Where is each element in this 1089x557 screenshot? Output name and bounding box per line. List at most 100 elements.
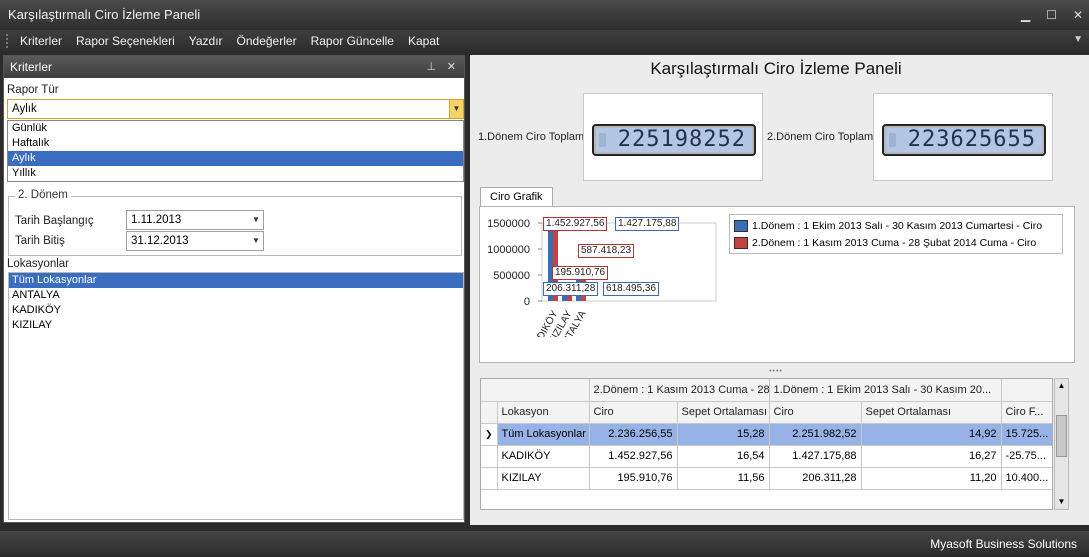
band-1donem[interactable]: 1.Dönem : 1 Ekim 2013 Salı - 30 Kasım 20…: [769, 379, 1002, 402]
donem1-display: 225198252: [583, 93, 763, 181]
lokasyon-label: Lokasyonlar: [7, 258, 70, 270]
grid-table: 2.Dönem : 1 Kasım 2013 Cuma - 28 ... 1.D…: [481, 379, 1052, 490]
cell[interactable]: 1.452.927,56: [589, 445, 678, 468]
y-tick-label: 1000000: [487, 244, 530, 256]
tarih-bitis-field[interactable]: 31.12.2013 ▼: [126, 231, 264, 251]
chart-legend: 1.Dönem : 1 Ekim 2013 Salı - 30 Kasım 20…: [729, 214, 1063, 254]
tarih-baslangic-label: Tarih Başlangıç: [15, 215, 94, 227]
data-label: 1.452.927,56: [543, 217, 608, 231]
panel-header: Kriterler ⊥ ✕: [4, 56, 464, 78]
chevron-down-icon[interactable]: ▼: [249, 232, 263, 250]
page-title: Karşılaştırmalı Ciro İzleme Paneli: [650, 59, 902, 78]
chevron-down-icon[interactable]: ▼: [449, 100, 463, 118]
table-row[interactable]: KADIKÖY 1.452.927,56 16,54 1.427.175,88 …: [481, 445, 1052, 468]
y-tick-label: 500000: [493, 270, 530, 282]
table-row[interactable]: KIZILAY 195.910,76 11,56 206.311,28 11,2…: [481, 467, 1052, 490]
cell[interactable]: 16,54: [677, 445, 770, 468]
cell[interactable]: KADIKÖY: [497, 445, 590, 468]
scroll-thumb[interactable]: [1056, 415, 1067, 457]
window-title: Karşılaştırmalı Ciro İzleme Paneli: [8, 7, 201, 22]
row-indicator-icon: ❯: [481, 423, 498, 446]
menu-yazdir[interactable]: Yazdır: [189, 34, 223, 48]
rapor-tur-combo[interactable]: Aylık ▼: [7, 99, 464, 119]
data-grid: 2.Dönem : 1 Kasım 2013 Cuma - 28 ... 1.D…: [480, 378, 1053, 510]
band-2donem[interactable]: 2.Dönem : 1 Kasım 2013 Cuma - 28 ...: [589, 379, 770, 402]
close-icon[interactable]: ✕: [1073, 0, 1083, 30]
y-tick-label: 1500000: [487, 218, 530, 230]
cell[interactable]: -25.75...: [1001, 445, 1052, 468]
tab-ciro-grafik[interactable]: Ciro Grafik: [480, 187, 553, 207]
cell[interactable]: 14,92: [861, 423, 1002, 446]
col-lokasyon[interactable]: Lokasyon: [497, 401, 590, 424]
lokasyon-list[interactable]: Tüm Lokasyonlar ANTALYA KADIKÖY KIZILAY: [8, 272, 464, 520]
tarih-baslangic-field[interactable]: 1.11.2013 ▼: [126, 210, 264, 230]
menu-kapat[interactable]: Kapat: [408, 34, 439, 48]
legend-swatch: [734, 237, 748, 250]
scroll-up-icon[interactable]: ▲: [1055, 379, 1068, 393]
y-tick-label: 0: [524, 296, 530, 308]
minimize-icon[interactable]: ▁: [1021, 0, 1030, 30]
data-label: 206.311,28: [543, 282, 599, 296]
dropdown-option[interactable]: Günlük: [8, 121, 463, 136]
donem1-value: 225198252: [617, 128, 746, 152]
menu-rapor-guncelle[interactable]: Rapor Güncelle: [311, 34, 394, 48]
list-item[interactable]: KIZILAY: [9, 318, 463, 333]
status-bar: Myasoft Business Solutions: [0, 531, 1089, 557]
maximize-icon[interactable]: ☐: [1046, 0, 1057, 30]
col-sepet-1[interactable]: Sepet Ortalaması: [861, 401, 1002, 424]
menu-rapor-secenekleri[interactable]: Rapor Seçenekleri: [76, 34, 175, 48]
dropdown-option-selected[interactable]: Aylık: [8, 151, 463, 166]
panel-title: Kriterler: [10, 60, 53, 74]
data-label: 195.910,76: [552, 266, 609, 280]
dashboard-area: Karşılaştırmalı Ciro İzleme Paneli 1.Dön…: [470, 55, 1089, 525]
donem2-value: 223625655: [907, 128, 1036, 152]
cell[interactable]: 11,56: [677, 467, 770, 490]
window-titlebar: Karşılaştırmalı Ciro İzleme Paneli ▁ ☐ ✕: [0, 0, 1089, 30]
pin-icon[interactable]: ⊥: [426, 56, 436, 78]
company-name: Myasoft Business Solutions: [930, 537, 1077, 551]
rapor-tur-dropdown: Günlük Haftalık Aylık Yıllık: [7, 120, 464, 182]
chart-panel: 1500000 1000000 500000 0 KADIKÖY KIZILAY ANTAL…: [479, 206, 1075, 363]
cell[interactable]: 11,20: [861, 467, 1002, 490]
cell[interactable]: 15,28: [677, 423, 770, 446]
cell[interactable]: 16,27: [861, 445, 1002, 468]
menu-bar: Kriterler Rapor Seçenekleri Yazdır Öndeğ…: [0, 30, 1089, 52]
scroll-down-icon[interactable]: ▼: [1055, 495, 1068, 509]
list-item[interactable]: ANTALYA: [9, 288, 463, 303]
donem2-label: 2.Dönem Ciro Toplam: [767, 131, 874, 143]
col-ciro-fark[interactable]: Ciro F...: [1001, 401, 1052, 424]
data-label: 1.427.175,88: [615, 217, 680, 231]
chevron-down-icon[interactable]: ▼: [1073, 34, 1083, 45]
menu-ondegerler[interactable]: Öndeğerler: [237, 34, 297, 48]
cell[interactable]: 2.251.982,52: [769, 423, 862, 446]
col-ciro-1[interactable]: Ciro: [769, 401, 862, 424]
chevron-down-icon[interactable]: ▼: [249, 211, 263, 229]
dropdown-option[interactable]: Yıllık: [8, 166, 463, 181]
legend-swatch: [734, 220, 748, 233]
donem2-group: 2. Dönem Tarih Başlangıç 1.11.2013 ▼ Tar…: [8, 189, 462, 256]
dropdown-option[interactable]: Haftalık: [8, 136, 463, 151]
cell[interactable]: Tüm Lokasyonlar: [497, 423, 590, 446]
cell[interactable]: 206.311,28: [769, 467, 862, 490]
table-row[interactable]: ❯ Tüm Lokasyonlar 2.236.256,55 15,28 2.2…: [481, 423, 1052, 446]
list-item[interactable]: KADIKÖY: [9, 303, 463, 318]
criteria-panel: Kriterler ⊥ ✕ Rapor Tür Aylık ▼ Günlük H…: [3, 55, 465, 523]
cell[interactable]: KIZILAY: [497, 467, 590, 490]
tarih-bitis-value: 31.12.2013: [131, 235, 189, 247]
grid-scrollbar[interactable]: ▲ ▼: [1054, 378, 1069, 510]
cell[interactable]: 15.725...: [1001, 423, 1052, 446]
splitter-handle[interactable]: ••••: [476, 368, 1076, 375]
cell[interactable]: 10.400...: [1001, 467, 1052, 490]
legend-label: 1.Dönem : 1 Ekim 2013 Salı - 30 Kasım 20…: [752, 220, 1043, 232]
col-ciro-2[interactable]: Ciro: [589, 401, 678, 424]
data-label: 618.495,36: [603, 282, 660, 296]
legend-label: 2.Dönem : 1 Kasım 2013 Cuma - 28 Şubat 2…: [752, 237, 1037, 249]
menu-kriterler[interactable]: Kriterler: [20, 34, 62, 48]
close-panel-icon[interactable]: ✕: [447, 56, 456, 78]
rapor-tur-value: Aylık: [12, 103, 37, 115]
cell[interactable]: 1.427.175,88: [769, 445, 862, 468]
cell[interactable]: 2.236.256,55: [589, 423, 678, 446]
cell[interactable]: 195.910,76: [589, 467, 678, 490]
col-sepet-2[interactable]: Sepet Ortalaması: [677, 401, 770, 424]
list-item-selected[interactable]: Tüm Lokasyonlar: [9, 273, 463, 288]
